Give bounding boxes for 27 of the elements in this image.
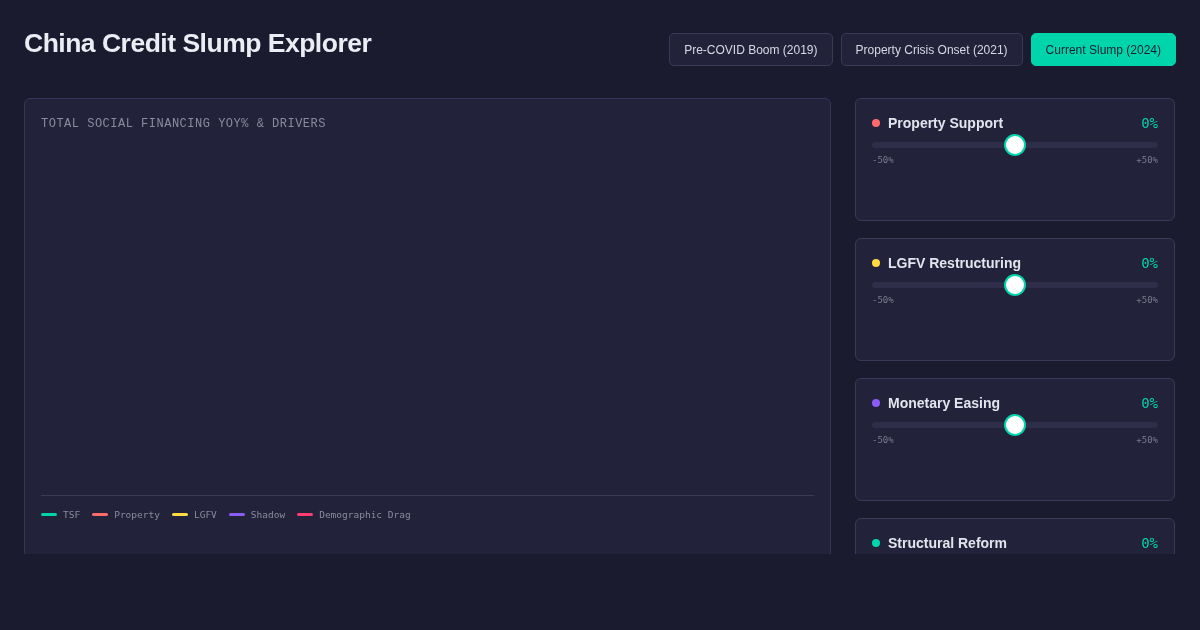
legend-label: Shadow	[250, 509, 286, 520]
page-title: China Credit Slump Explorer	[24, 28, 372, 59]
lever-value: 0%	[1141, 115, 1158, 131]
max-label: +50%	[1136, 295, 1158, 305]
lever-name: LGFV Restructuring	[888, 255, 1022, 271]
scenario-button[interactable]: Property Crisis Onset (2021)	[840, 33, 1023, 66]
scenario-button[interactable]: Pre-COVID Boom (2019)	[669, 33, 833, 66]
legend-label: Demographic Drag	[319, 509, 411, 520]
lever-name: Monetary Easing	[888, 395, 1002, 411]
lever-value: 0%	[1141, 255, 1158, 271]
chart-title: TOTAL SOCIAL FINANCING YOY% & DRIVERS	[41, 117, 327, 131]
max-label: +50%	[1136, 155, 1158, 165]
slider-thumb[interactable]	[1004, 414, 1026, 436]
lever-name: Structural Reform	[888, 535, 1009, 551]
lever-value: 0%	[1141, 395, 1158, 411]
min-label: -50%	[872, 435, 894, 445]
min-label: -50%	[872, 295, 894, 305]
legend-label: TSF	[63, 509, 81, 520]
max-label: +50%	[1136, 435, 1158, 445]
lever-value: 0%	[1141, 535, 1158, 551]
min-label: -50%	[872, 155, 894, 165]
slider-thumb[interactable]	[1004, 274, 1026, 296]
legend-label: LGFV	[193, 509, 217, 520]
lever-name: Property Support	[888, 115, 1005, 131]
scenario-button[interactable]: Current Slump (2024)	[1030, 33, 1176, 66]
slider-thumb[interactable]	[1004, 134, 1026, 156]
legend-label: Property	[114, 509, 160, 520]
